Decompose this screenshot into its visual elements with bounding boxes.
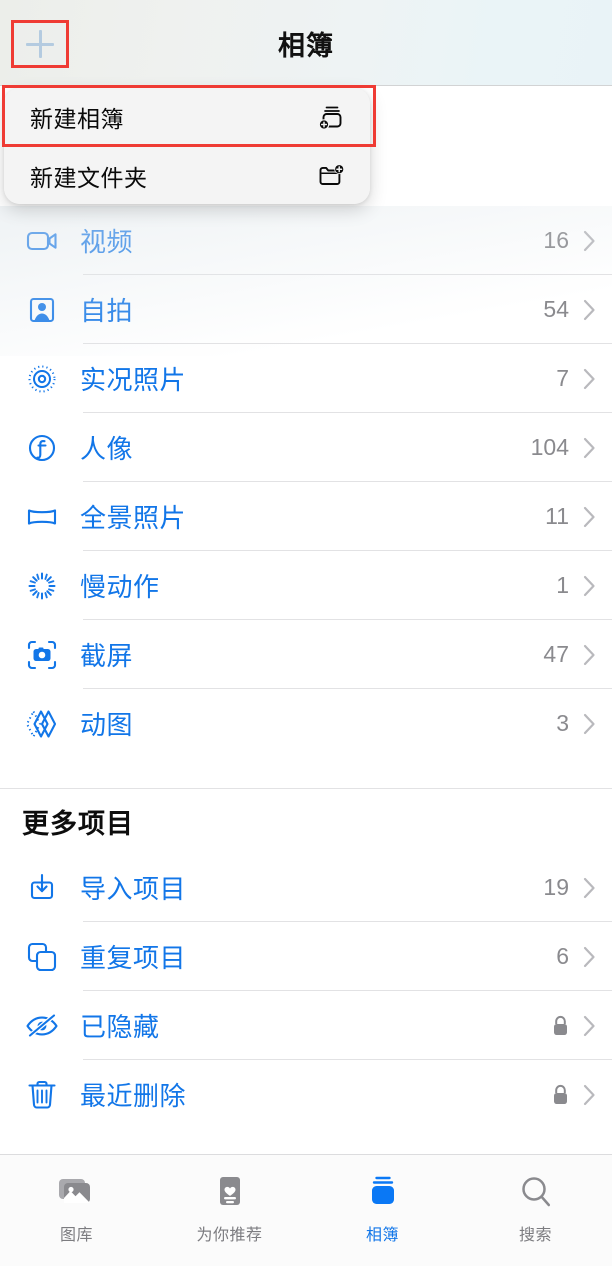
panorama-icon [18,499,66,535]
animated-gif-icon [18,706,66,742]
import-download-icon [18,870,66,906]
list-item-selfies[interactable]: 自拍 54 [0,275,612,344]
list-item-count: 3 [556,710,569,736]
list-item-video[interactable]: 视频 16 [0,206,612,275]
bottom-tab-bar: 图库 为你推荐 相簿 搜索 [0,1154,612,1266]
list-item-label: 重复项目 [80,943,187,973]
chevron-right-icon [583,946,595,967]
chevron-right-icon [583,877,595,898]
menu-item-new-folder[interactable]: 新建文件夹 [4,146,370,204]
list-item-label: 人像 [80,434,134,464]
list-item-label: 慢动作 [80,572,160,602]
trash-icon [18,1077,66,1113]
lock-icon [554,1084,567,1104]
new-album-icon [314,100,348,134]
live-photo-icon [18,361,66,397]
list-item-duplicates[interactable]: 重复项目 6 [0,922,612,991]
list-item-count: 11 [545,503,569,529]
list-item-label: 全景照片 [80,503,187,533]
list-item-portrait[interactable]: 人像 104 [0,413,612,482]
selfie-person-icon [18,292,66,328]
video-camera-icon [18,223,66,259]
list-item-label: 视频 [80,227,134,257]
lock-icon [554,1015,567,1035]
add-menu-popover: 新建相簿 新建文件夹 [4,88,370,204]
list-item-label: 截屏 [80,641,134,671]
menu-item-label: 新建相簿 [30,106,124,132]
list-item-label: 实况照片 [80,365,187,395]
albums-list: 视频 16 自拍 54 实况照片 7 人像 104 全景照片 11 慢动作 1 … [0,206,612,1129]
tab-search[interactable]: 搜索 [459,1155,612,1266]
chevron-right-icon [583,506,595,527]
add-album-button[interactable] [11,20,69,68]
list-item-panoramas[interactable]: 全景照片 11 [0,482,612,551]
page-title: 相簿 [278,30,334,61]
photos-albums-screen: 相簿 新建相簿 新建文件夹 视频 16 自拍 54 实况照片 7 人像 104 … [0,0,612,1266]
list-item-label: 动图 [80,710,134,740]
list-item-screenshots[interactable]: 截屏 47 [0,620,612,689]
list-item-live-photos[interactable]: 实况照片 7 [0,344,612,413]
chevron-right-icon [583,644,595,665]
tab-label: 为你推荐 [196,1227,263,1244]
tab-label: 搜索 [518,1227,552,1244]
list-item-label: 最近删除 [80,1081,187,1111]
chevron-right-icon [583,575,595,596]
chevron-right-icon [583,437,595,458]
menu-item-new-album[interactable]: 新建相簿 [4,88,370,146]
list-item-label: 自拍 [80,296,134,326]
menu-item-label: 新建文件夹 [30,164,148,191]
list-item-recently-deleted[interactable]: 最近删除 [0,1060,612,1129]
plus-icon [26,30,54,58]
tab-label: 相簿 [365,1227,399,1244]
tab-library[interactable]: 图库 [0,1155,153,1266]
list-item-count: 47 [543,641,569,667]
chevron-right-icon [583,230,595,251]
chevron-right-icon [583,713,595,734]
list-item-count: 7 [556,365,569,391]
screenshot-camera-icon [18,637,66,673]
navigation-bar: 相簿 [0,0,612,86]
chevron-right-icon [583,368,595,389]
list-item-count: 6 [556,943,569,969]
for-you-card-icon [212,1171,248,1213]
list-item-imports[interactable]: 导入项目 19 [0,853,612,922]
list-item-count: 16 [543,227,569,253]
photos-library-icon [56,1171,98,1213]
slow-motion-icon [18,568,66,604]
list-item-count: 54 [543,296,569,322]
list-item-count: 104 [530,434,569,460]
tab-albums[interactable]: 相簿 [306,1155,459,1266]
chevron-right-icon [583,299,595,320]
portrait-f-icon [18,430,66,466]
duplicate-squares-icon [18,939,66,975]
eye-slash-icon [18,1008,66,1044]
tab-for-you[interactable]: 为你推荐 [153,1155,306,1266]
list-item-count: 19 [543,874,569,900]
chevron-right-icon [583,1015,595,1036]
chevron-right-icon [583,1084,595,1105]
list-item-count: 1 [556,572,569,598]
new-folder-icon [314,159,348,193]
list-item-label: 导入项目 [80,874,187,904]
section-header-more-items: 更多项目 [0,789,612,853]
list-item-slow-motion[interactable]: 慢动作 1 [0,551,612,620]
section-gap [0,758,612,788]
list-item-animated[interactable]: 动图 3 [0,689,612,758]
list-item-label: 已隐藏 [80,1012,160,1042]
list-item-hidden[interactable]: 已隐藏 [0,991,612,1060]
tab-label: 图库 [59,1227,93,1244]
search-magnifier-icon [518,1171,554,1213]
albums-stack-icon [365,1171,401,1213]
